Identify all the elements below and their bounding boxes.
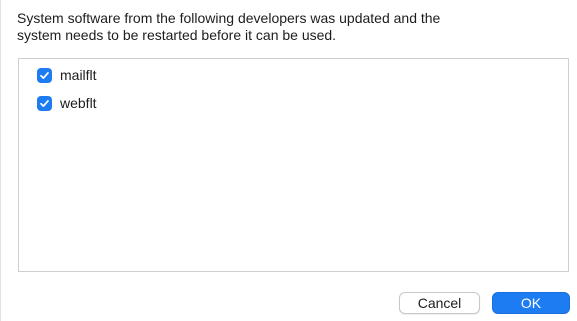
list-item-webflt[interactable]: webflt	[37, 94, 97, 112]
webflt-checkbox[interactable]	[37, 95, 52, 111]
checkmark-icon	[40, 99, 49, 107]
ok-button[interactable]: OK	[492, 292, 570, 314]
mailflt-checkbox[interactable]	[37, 67, 52, 83]
list-item-mailflt[interactable]: mailflt	[37, 66, 97, 84]
dialog-message: System software from the following devel…	[17, 10, 441, 43]
dialog-left-edge	[0, 0, 1, 321]
developer-list[interactable]: mailflt webflt	[18, 58, 569, 272]
cancel-button[interactable]: Cancel	[399, 292, 480, 314]
list-item-label: webflt	[60, 95, 97, 111]
restart-required-dialog: System software from the following devel…	[0, 0, 577, 321]
list-item-label: mailflt	[60, 67, 97, 83]
checkmark-icon	[40, 71, 49, 79]
